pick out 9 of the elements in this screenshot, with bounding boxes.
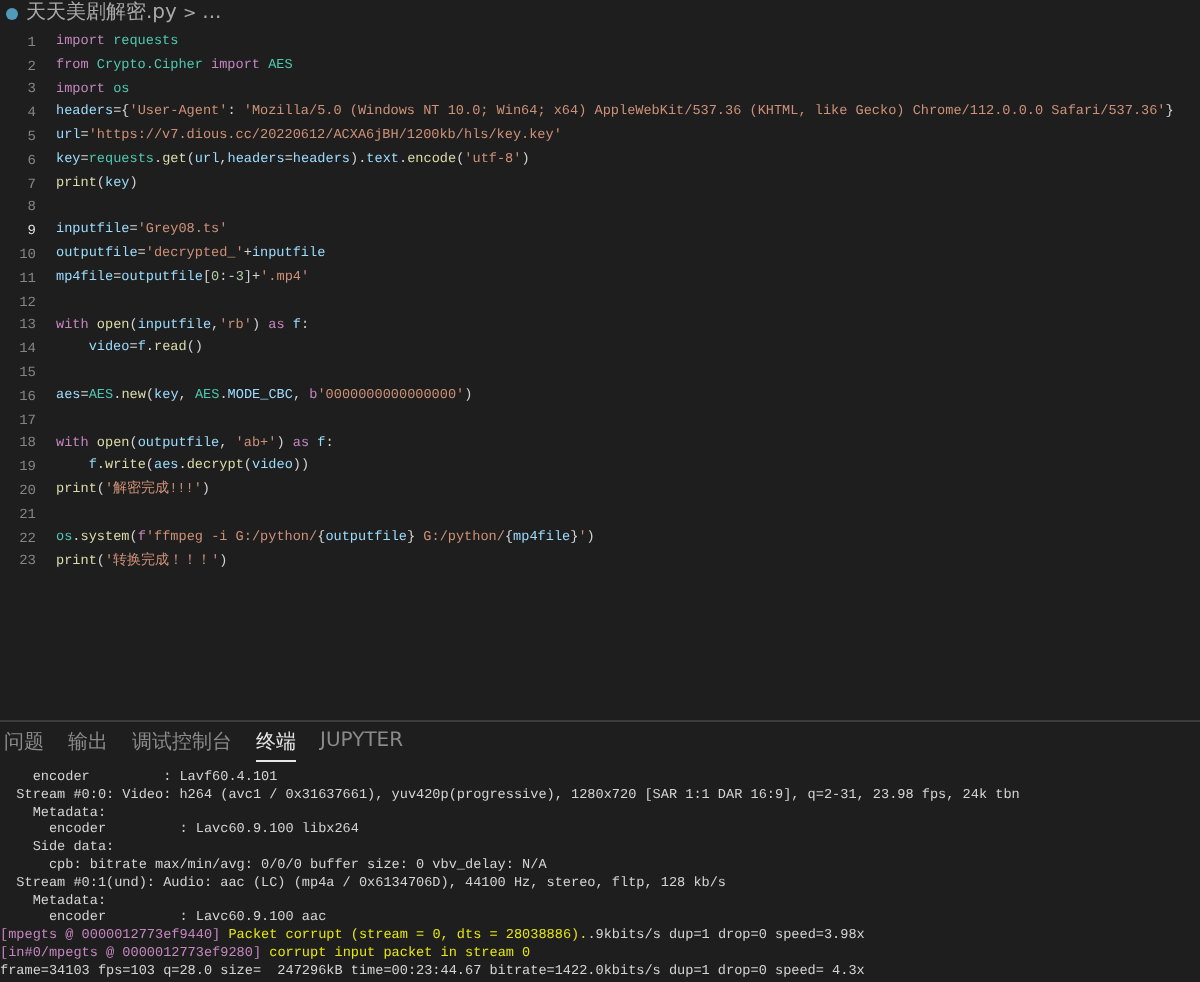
panel-tab[interactable]: 调试控制台 [132, 723, 232, 761]
panel-tab[interactable]: 输出 [68, 723, 108, 761]
python-file-icon [4, 5, 20, 21]
breadcrumb-separator: > [182, 1, 197, 25]
panel-tab[interactable]: 终端 [256, 723, 296, 761]
breadcrumb-more[interactable]: ... [202, 1, 222, 25]
breadcrumb-file[interactable]: 天天美剧解密.py [26, 1, 177, 25]
panel-tab[interactable]: JUPYTER [320, 726, 404, 758]
panel-tab[interactable]: 问题 [4, 723, 44, 761]
